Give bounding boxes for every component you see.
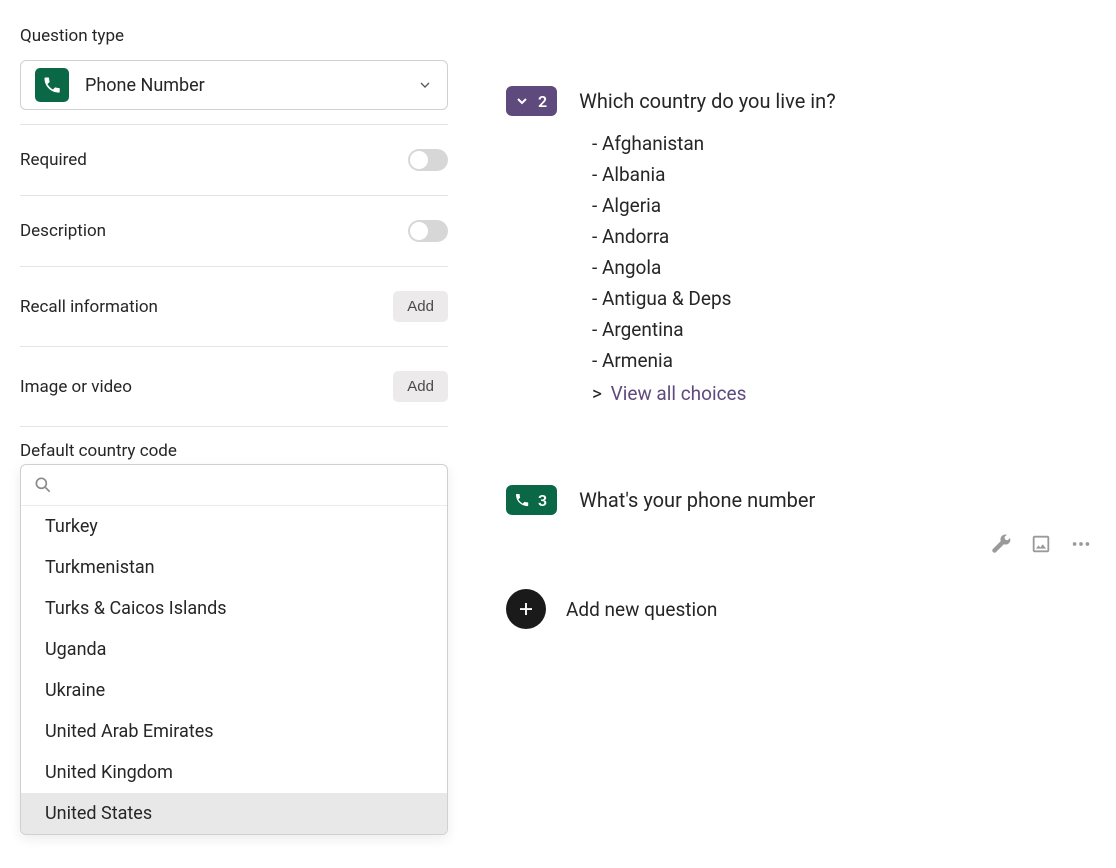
more-icon[interactable]: [1070, 533, 1092, 555]
country-option[interactable]: United Arab Emirates: [21, 711, 447, 752]
country-dropdown: TurkeyTurkmenistanTurks & Caicos Islands…: [20, 464, 448, 835]
divider: [20, 426, 448, 427]
phone-icon: [514, 492, 530, 508]
chevron-down-icon: [417, 77, 433, 93]
description-label: Description: [20, 221, 106, 241]
question-3-actions: [990, 533, 1092, 555]
question-type-value: Phone Number: [85, 75, 417, 96]
country-option[interactable]: Turkmenistan: [21, 547, 447, 588]
image-icon[interactable]: [1030, 533, 1052, 555]
question-3-title: What's your phone number: [579, 488, 815, 512]
required-toggle[interactable]: [408, 149, 448, 171]
media-row: Image or video Add: [20, 361, 448, 412]
chevron-down-icon: [514, 93, 530, 109]
choice-item: Afghanistan: [592, 128, 1096, 159]
question-3: 3 What's your phone number: [506, 485, 1096, 515]
view-all-choices-link[interactable]: > View all choices: [592, 378, 1096, 409]
required-row: Required: [20, 139, 448, 181]
question-2-badge[interactable]: 2: [506, 86, 557, 116]
question-3-number: 3: [538, 491, 547, 510]
recall-label: Recall information: [20, 297, 158, 317]
question-type-select[interactable]: Phone Number: [20, 60, 448, 110]
country-option[interactable]: Uganda: [21, 629, 447, 670]
country-list: TurkeyTurkmenistanTurks & Caicos Islands…: [21, 506, 447, 834]
add-question-button[interactable]: [506, 589, 546, 629]
country-option[interactable]: United Kingdom: [21, 752, 447, 793]
choice-item: Armenia: [592, 345, 1096, 376]
description-toggle[interactable]: [408, 220, 448, 242]
preview-panel: 2 Which country do you live in? Afghanis…: [468, 0, 1116, 868]
default-country-label: Default country code: [20, 441, 448, 461]
divider: [20, 195, 448, 196]
description-row: Description: [20, 210, 448, 252]
country-option[interactable]: Turks & Caicos Islands: [21, 588, 447, 629]
recall-add-button[interactable]: Add: [393, 291, 448, 322]
divider: [20, 346, 448, 347]
choice-item: Albania: [592, 159, 1096, 190]
add-question-label: Add new question: [566, 598, 717, 621]
divider: [20, 124, 448, 125]
media-label: Image or video: [20, 377, 132, 397]
plus-icon: [517, 600, 535, 618]
choice-item: Angola: [592, 252, 1096, 283]
add-question-row: Add new question: [506, 589, 1096, 629]
choice-item: Andorra: [592, 221, 1096, 252]
settings-panel: Question type Phone Number Required Desc…: [0, 0, 468, 868]
question-2-number: 2: [538, 92, 547, 111]
media-add-button[interactable]: Add: [393, 371, 448, 402]
phone-icon: [35, 68, 69, 102]
divider: [20, 266, 448, 267]
country-option[interactable]: Ukraine: [21, 670, 447, 711]
country-option[interactable]: Turkey: [21, 506, 447, 547]
choice-item: Argentina: [592, 314, 1096, 345]
question-2-choices: AfghanistanAlbaniaAlgeriaAndorraAngolaAn…: [592, 128, 1096, 409]
country-search-input[interactable]: [59, 475, 437, 495]
country-option[interactable]: United States: [21, 793, 447, 834]
question-type-label: Question type: [20, 26, 448, 46]
question-3-badge[interactable]: 3: [506, 485, 557, 515]
choice-item: Algeria: [592, 190, 1096, 221]
question-2: 2 Which country do you live in? Afghanis…: [506, 86, 1096, 409]
country-search-row: [21, 465, 447, 506]
wrench-icon[interactable]: [990, 533, 1012, 555]
search-icon: [33, 475, 53, 495]
required-label: Required: [20, 150, 87, 170]
recall-row: Recall information Add: [20, 281, 448, 332]
choice-item: Antigua & Deps: [592, 283, 1096, 314]
question-2-title: Which country do you live in?: [579, 89, 836, 113]
